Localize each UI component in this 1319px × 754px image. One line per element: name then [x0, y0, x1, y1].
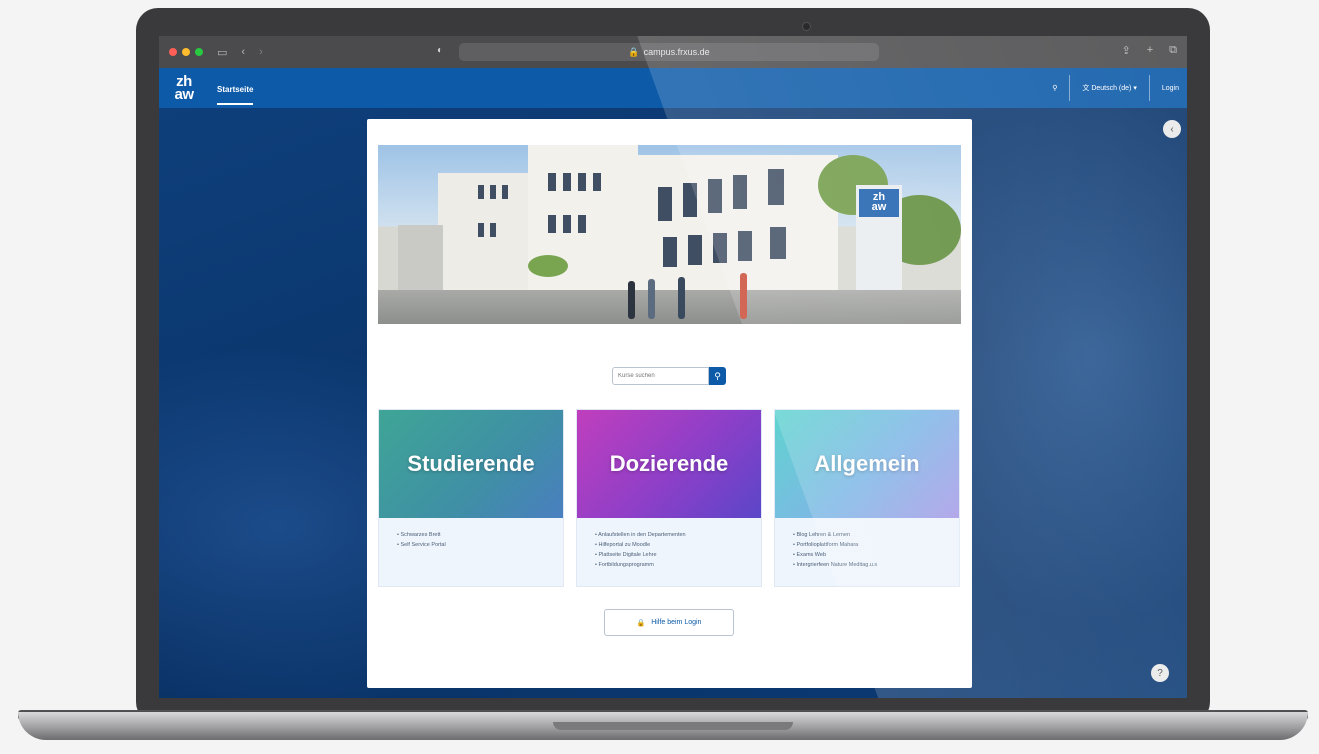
- minimize-window-button[interactable]: [182, 48, 190, 56]
- forward-icon[interactable]: ›: [259, 46, 263, 58]
- campus-hero-image: zh aw: [378, 145, 961, 324]
- course-search: ⚲: [612, 367, 726, 385]
- navbar-right: ⚲ 文 Deutsch (de) ▾ Login: [1052, 68, 1179, 108]
- category-tiles: Studierende Schwarzes Brett Self Service…: [378, 409, 960, 587]
- course-search-input[interactable]: [612, 367, 709, 385]
- logo-line-2: aw: [174, 86, 194, 103]
- list-item[interactable]: Schwarzes Brett: [397, 530, 563, 540]
- tile-title: Dozierende: [609, 451, 729, 476]
- tile-title: Allgemein: [814, 451, 920, 476]
- new-tab-icon[interactable]: +: [1147, 44, 1153, 57]
- nav-home-link[interactable]: Startseite: [217, 72, 254, 105]
- tabs-overview-icon[interactable]: ⧉: [1169, 44, 1177, 57]
- login-help-label: Hilfe beim Login: [651, 619, 702, 626]
- tile-header[interactable]: Allgemein: [775, 410, 959, 518]
- tile-header[interactable]: Dozierende: [577, 410, 761, 518]
- tile-header[interactable]: Studierende: [379, 410, 563, 518]
- address-bar[interactable]: 🔒 campus.frxus.de: [459, 43, 879, 61]
- tile-link-list: Blog Lehren & Lernen Portfolioplattform …: [775, 518, 959, 570]
- search-icon: ⚲: [714, 370, 721, 381]
- laptop-notch: [553, 722, 793, 730]
- lock-icon: 🔒: [628, 46, 640, 57]
- window-controls: [169, 48, 203, 56]
- browser-screen: ▭ ‹ › ◐ 🔒 campus.frxus.de ⇪ + ⧉ zh aw St…: [159, 36, 1187, 698]
- language-label: Deutsch (de): [1091, 85, 1132, 92]
- list-item[interactable]: Hilfeportal zu Moodle: [595, 540, 761, 550]
- list-item[interactable]: Intergrierfeen Nature Meditag.u.s: [793, 560, 959, 570]
- list-item[interactable]: Portfolioplattform Mahara: [793, 540, 959, 550]
- drawer-toggle-icon[interactable]: ‹: [1163, 120, 1181, 138]
- tile-link-list: Schwarzes Brett Self Service Portal: [379, 518, 563, 550]
- laptop-mockup: ▭ ‹ › ◐ 🔒 campus.frxus.de ⇪ + ⧉ zh aw St…: [0, 0, 1319, 754]
- site-navbar: zh aw Startseite ⚲ 文 Deutsch (de) ▾ Logi…: [159, 68, 1187, 108]
- zhaw-logo[interactable]: zh aw: [165, 68, 203, 108]
- list-item[interactable]: Anlaufstellen in den Departementen: [595, 530, 761, 540]
- tile-link-list: Anlaufstellen in den Departementen Hilfe…: [577, 518, 761, 570]
- maximize-window-button[interactable]: [195, 48, 203, 56]
- tile-dozierende[interactable]: Dozierende Anlaufstellen in den Departem…: [576, 409, 762, 587]
- camera: [802, 22, 811, 31]
- main-content-card: zhaw ⚲ Studierende: [367, 119, 972, 688]
- login-link[interactable]: Login: [1162, 85, 1179, 92]
- browser-toolbar: ▭ ‹ › ◐ 🔒 campus.frxus.de ⇪ + ⧉: [159, 36, 1187, 68]
- close-window-button[interactable]: [169, 48, 177, 56]
- search-submit-button[interactable]: ⚲: [709, 367, 726, 385]
- language-selector[interactable]: 文 Deutsch (de) ▾: [1082, 83, 1137, 93]
- list-item[interactable]: Plattseite Digitale Lehre: [595, 550, 761, 560]
- list-item[interactable]: Exams Web: [793, 550, 959, 560]
- back-icon[interactable]: ‹: [241, 46, 245, 58]
- tile-title: Studierende: [407, 451, 535, 476]
- privacy-shield-icon[interactable]: ◐: [437, 45, 443, 56]
- lock-icon: 🔒: [636, 619, 646, 627]
- share-icon[interactable]: ⇪: [1121, 44, 1130, 57]
- nav-divider: [1069, 75, 1071, 101]
- tile-studierende[interactable]: Studierende Schwarzes Brett Self Service…: [378, 409, 564, 587]
- url-text: campus.frxus.de: [643, 47, 710, 57]
- list-item[interactable]: Self Service Portal: [397, 540, 563, 550]
- login-help-button[interactable]: 🔒 Hilfe beim Login: [604, 609, 734, 636]
- nav-divider: [1148, 75, 1150, 101]
- search-icon[interactable]: ⚲: [1052, 84, 1057, 92]
- toolbar-actions: ⇪ + ⧉: [1121, 44, 1177, 57]
- list-item[interactable]: Blog Lehren & Lernen: [793, 530, 959, 540]
- help-question-icon[interactable]: ?: [1151, 664, 1169, 682]
- sidebar-toggle-icon[interactable]: ▭: [217, 46, 227, 59]
- tile-allgemein[interactable]: Allgemein Blog Lehren & Lernen Portfolio…: [774, 409, 960, 587]
- list-item[interactable]: Fortbildungsprogramm: [595, 560, 761, 570]
- translate-icon: 文: [1082, 85, 1090, 92]
